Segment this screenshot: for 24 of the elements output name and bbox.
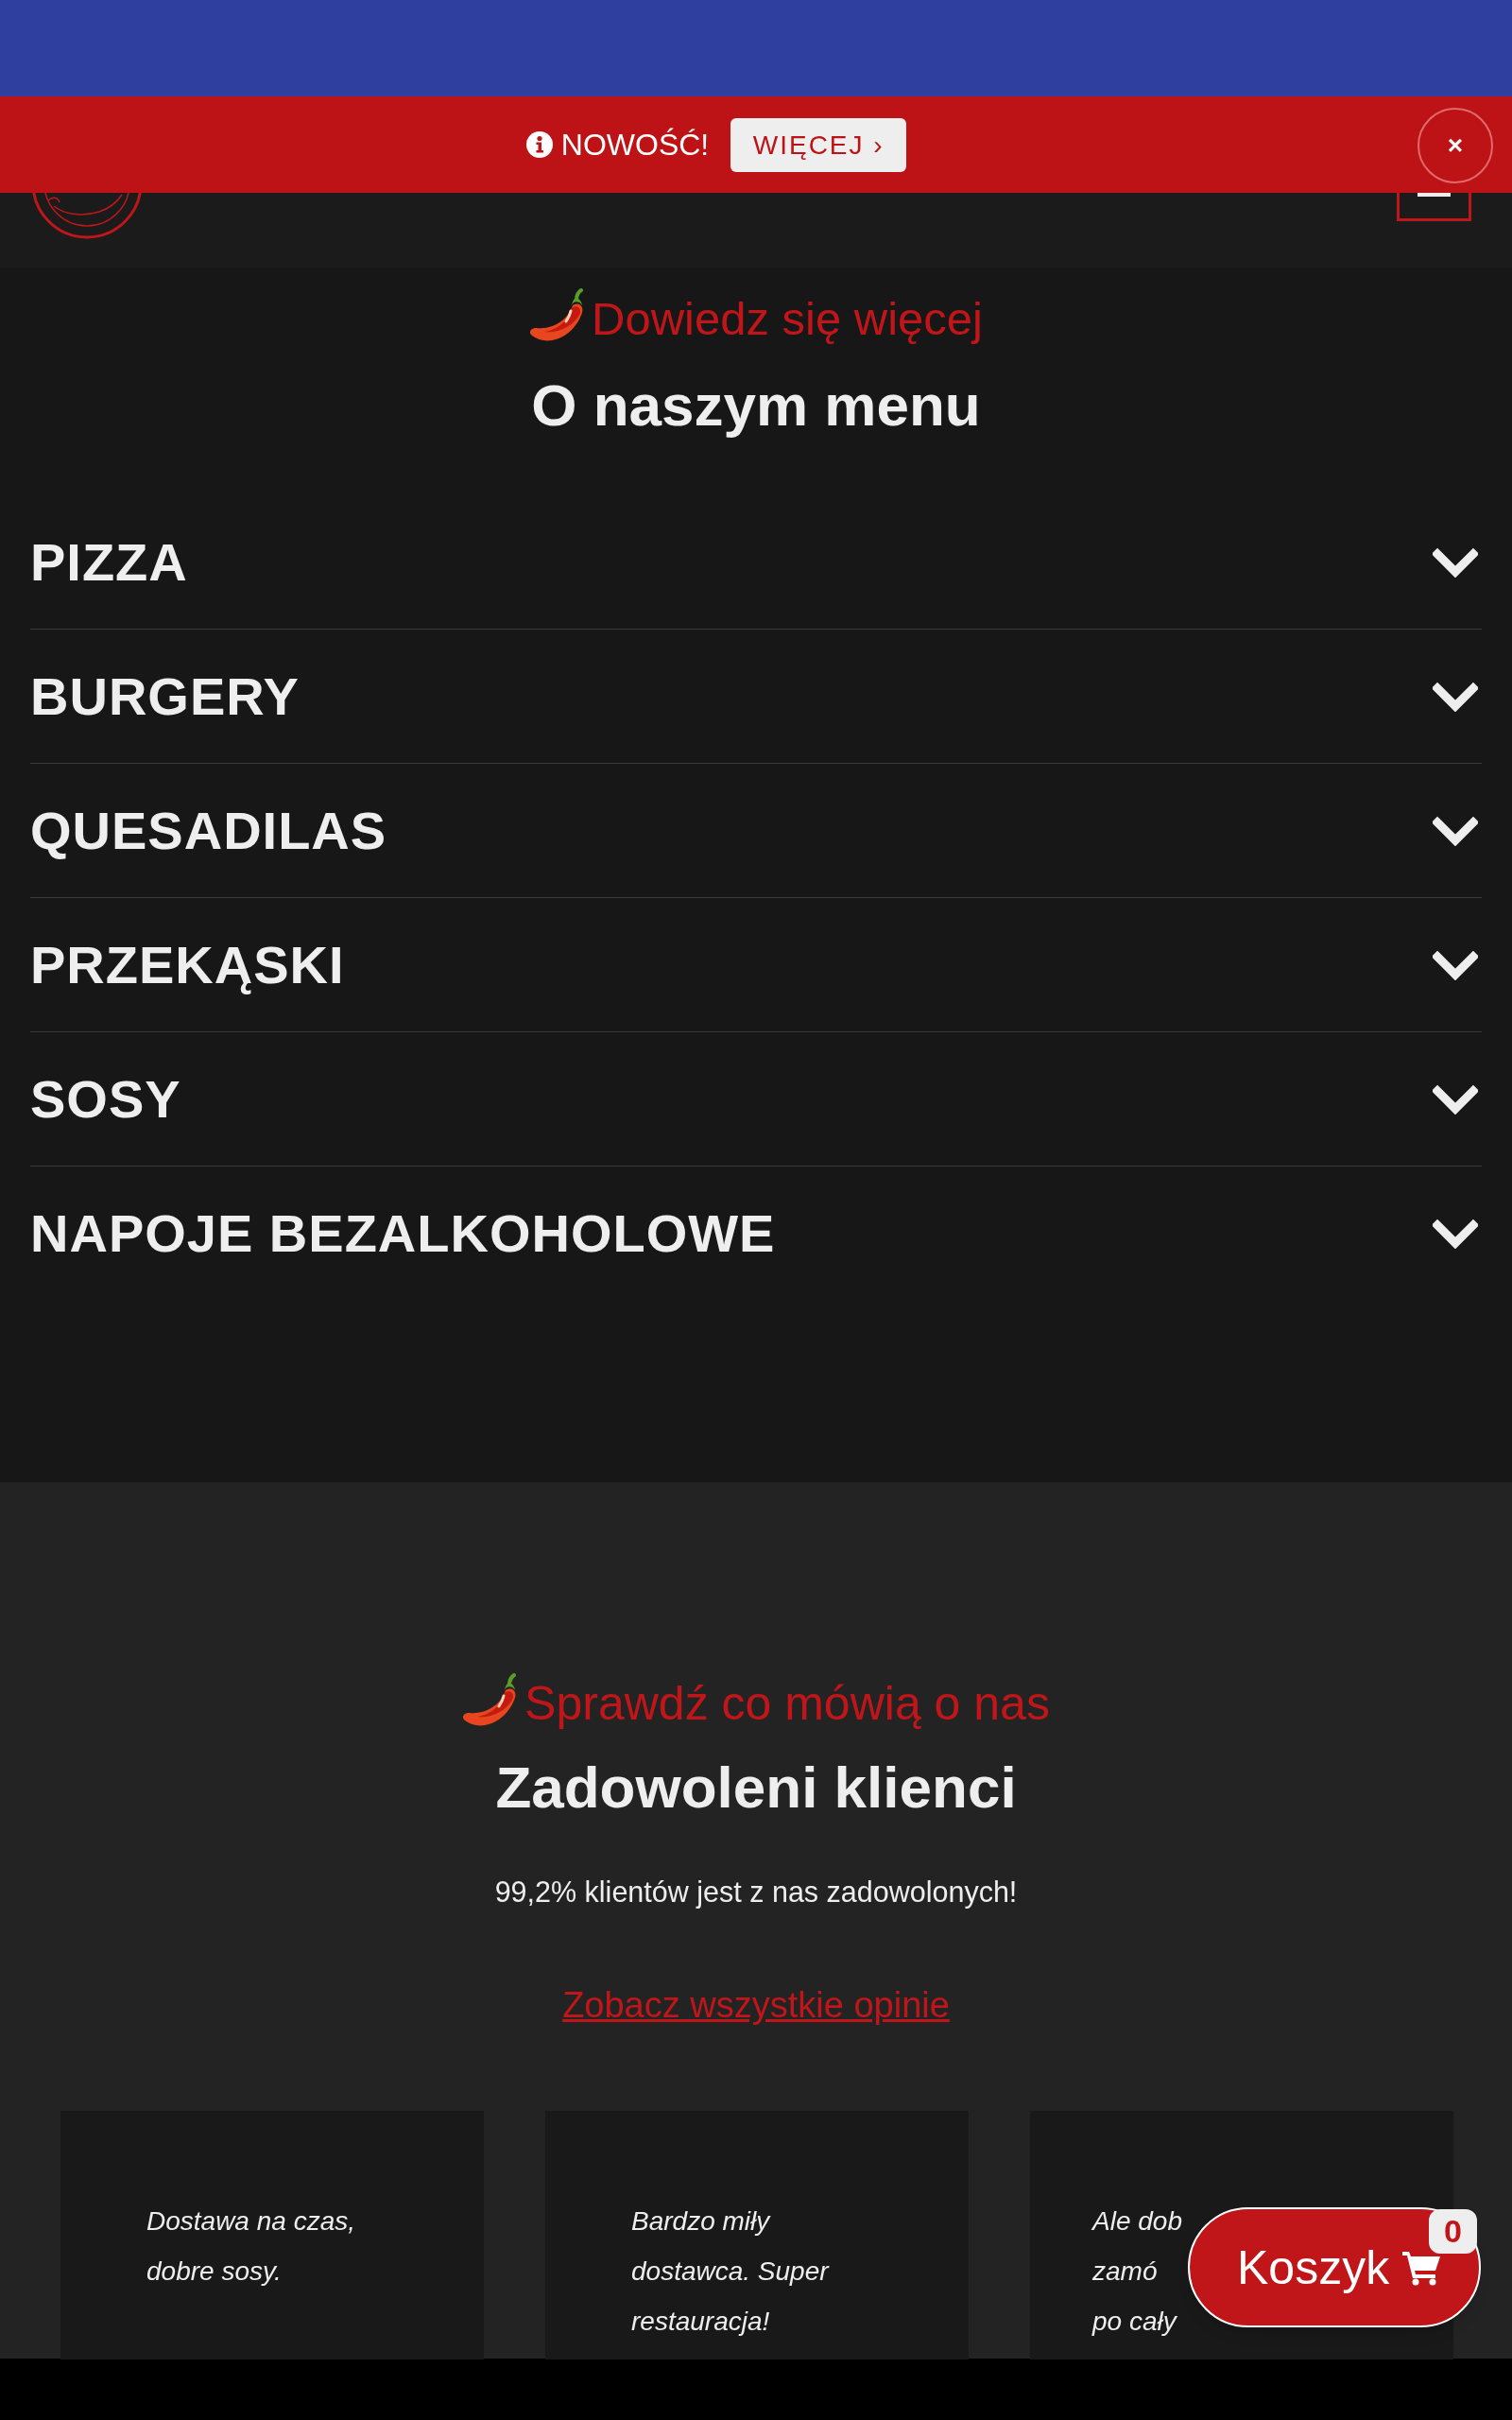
section-subtitle: Dowiedz się więcej [592, 292, 983, 346]
section-title: Zadowoleni klienci [495, 1754, 1017, 1821]
announcement-text: NOWOŚĆ! [560, 127, 710, 164]
accordion-item[interactable]: QUESADILAS [30, 764, 1482, 898]
logo-icon[interactable] [31, 193, 143, 239]
cart-icon [1402, 2249, 1443, 2286]
satisfaction-text: 99,2% klientów jest z nas zadowolonych! [494, 1875, 1018, 1910]
section-subtitle: Sprawdź co mówią o nas [524, 1676, 1050, 1732]
accordion-item[interactable]: PIZZA [30, 495, 1482, 630]
more-button[interactable]: WIĘCEJ › [730, 117, 907, 172]
accordion-item[interactable]: SOSY [30, 1032, 1482, 1167]
menu-button[interactable] [1397, 193, 1471, 221]
accordion-item[interactable]: BURGERY [30, 630, 1482, 764]
cart-button[interactable]: Koszyk 0 [1188, 2207, 1481, 2327]
review-text: Dostawa na czas, dobre sosy. [146, 2205, 355, 2288]
cart-count-badge: 0 [1429, 2209, 1477, 2254]
info-icon [525, 131, 553, 158]
review-text: Bardzo miły dostawca. Super restauracja! [631, 2205, 829, 2338]
close-button[interactable]: × [1418, 108, 1493, 183]
menu-icon [1418, 193, 1451, 197]
review-text: Ale dob zamó po cały [1092, 2205, 1182, 2338]
accordion-item[interactable]: NAPOJE BEZALKOHOLOWE [30, 1167, 1482, 1301]
accordion-item[interactable]: PRZEKĄSKI [30, 898, 1482, 1032]
section-title: O naszym menu [531, 372, 981, 439]
